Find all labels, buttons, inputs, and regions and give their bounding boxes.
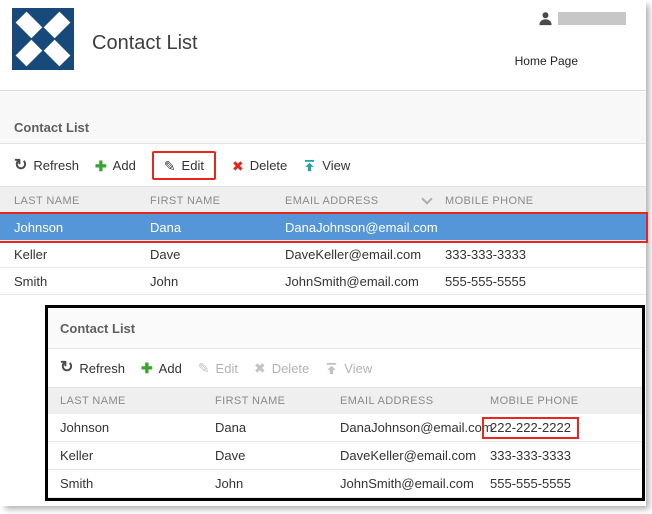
cell-mobile-phone: 222-222-2222 [482,416,642,439]
cell-last-name: Smith [60,476,94,491]
cell-mobile-phone: 555-555-5555 [490,476,571,491]
inset-screenshot: Contact List ↻ Refresh ✚ Add ✎ Edit ✖ De… [45,305,645,501]
column-header-last-name[interactable]: LAST NAME [0,195,150,207]
user-menu[interactable] [538,11,626,26]
cell-first-name: Dana [150,219,182,235]
edit-icon: ✎ [163,157,176,174]
inset-toolbar: ↻ Refresh ✚ Add ✎ Edit ✖ Delete View [48,348,642,388]
cell-mobile-phone: 333-333-3333 [445,246,526,262]
column-header-first-name: FIRST NAME [215,395,286,407]
logo-x-icon [12,8,74,70]
inset-module-header-band [48,308,642,348]
toolbar: ↻ Refresh ✚ Add ✎ Edit ✖ Delete View [0,145,646,187]
page: Contact List Home Page Contact List ↻ Re… [0,0,648,506]
table-header-row: LAST NAME FIRST NAME EMAIL ADDRESS MOBIL… [0,187,646,214]
inset-module-title: Contact List [60,321,136,336]
home-page-link[interactable]: Home Page [515,54,578,68]
inset-table-row-johnson: Johnson Dana DanaJohnson@email.com 222-2… [48,414,642,442]
button-label: Edit [181,158,204,173]
cell-first-name: John [215,476,244,491]
cell-email: DanaJohnson@email.com [340,420,493,435]
cell-last-name: Keller [14,246,48,262]
refresh-button[interactable]: ↻ Refresh [14,156,79,174]
view-icon [303,159,316,172]
cell-first-name: Dave [150,246,181,262]
button-label: Delete [271,360,310,376]
inset-edit-button-disabled: ✎ Edit [198,361,238,376]
cell-email: JohnSmith@email.com [340,476,474,491]
button-label: View [322,158,351,173]
refresh-icon: ↻ [14,156,28,174]
button-label: Refresh [33,158,79,173]
refresh-icon: ↻ [60,359,74,376]
cell-email: DanaJohnson@email.com [285,219,438,235]
column-header-last-name: LAST NAME [60,395,126,407]
edit-button[interactable]: ✎ Edit [151,151,216,180]
delete-button[interactable]: ✖ Delete [232,158,287,173]
button-label: Delete [249,158,288,173]
inset-table-row-smith: Smith John JohnSmith@email.com 555-555-5… [48,470,642,498]
cell-email: JohnSmith@email.com [285,273,419,289]
inset-table-header-row: LAST NAME FIRST NAME EMAIL ADDRESS MOBIL… [48,388,642,414]
table-row-keller[interactable]: Keller Dave DaveKeller@email.com 333-333… [0,241,646,268]
cell-last-name: Smith [14,273,48,289]
page-header: Contact List Home Page [0,0,646,91]
inset-view-button-disabled: View [325,361,372,376]
page-title: Contact List [92,32,198,54]
cell-mobile-phone: 333-333-3333 [490,448,571,463]
cell-last-name: Johnson [60,420,110,435]
button-label: Add [112,158,136,173]
annotated-phone-value: 222-222-2222 [482,416,579,439]
column-header-first-name[interactable]: FIRST NAME [150,195,285,207]
button-label: Refresh [79,360,125,376]
view-icon [325,362,338,375]
inset-add-button: ✚ Add [141,361,182,376]
view-button[interactable]: View [303,158,350,173]
column-header-email: EMAIL ADDRESS [340,395,434,407]
column-header-label: EMAIL ADDRESS [285,194,379,207]
column-header-email[interactable]: EMAIL ADDRESS [285,192,445,207]
inset-table-row-keller: Keller Dave DaveKeller@email.com 333-333… [48,442,642,470]
cell-first-name: Dave [215,448,246,463]
table-row-smith[interactable]: Smith John JohnSmith@email.com 555-555-5… [0,268,646,295]
add-button[interactable]: ✚ Add [95,158,136,173]
column-header-mobile-phone: MOBILE PHONE [490,395,579,407]
delete-icon: ✖ [253,360,266,376]
module-header-band: Contact List [0,92,646,144]
cell-email: DaveKeller@email.com [285,246,422,262]
button-label: View [344,360,373,376]
cell-first-name: John [150,273,179,289]
button-label: Add [158,360,182,376]
user-icon [539,12,552,26]
table-row-johnson[interactable]: Johnson Dana DanaJohnson@email.com [0,212,648,243]
cell-last-name: Johnson [14,219,64,235]
cell-last-name: Keller [60,448,94,463]
add-icon: ✚ [94,157,107,174]
redacted-username [558,12,626,25]
cell-mobile-phone: 555-555-5555 [445,273,526,289]
add-icon: ✚ [140,360,153,376]
column-header-mobile-phone[interactable]: MOBILE PHONE [445,195,646,207]
edit-icon: ✎ [197,360,210,376]
screen: Contact List Home Page Contact List ↻ Re… [0,0,652,514]
delete-icon: ✖ [231,157,244,174]
inset-refresh-button: ↻ Refresh [60,360,125,376]
cell-first-name: Dana [215,420,247,435]
app-logo[interactable] [12,8,74,70]
cell-email: DaveKeller@email.com [340,448,477,463]
sort-chevron-down-icon [421,192,433,205]
module-title: Contact List [14,120,90,135]
button-label: Edit [215,360,238,376]
inset-delete-button-disabled: ✖ Delete [254,361,309,376]
